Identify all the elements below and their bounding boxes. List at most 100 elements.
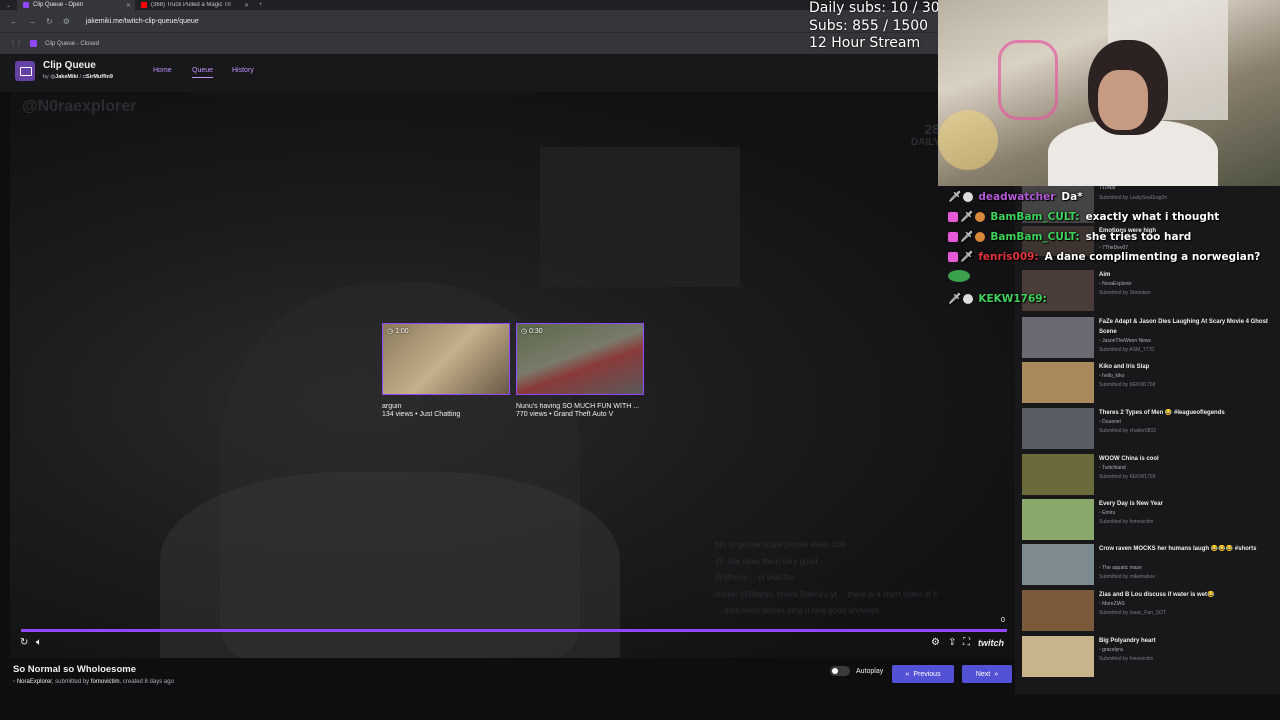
heart-badge-icon (948, 251, 958, 262)
browser-tab[interactable]: (368) Truck Pulled a Magic Trick ✕ (135, 0, 253, 10)
queue-item-thumbnail (1022, 454, 1094, 495)
video-progress-bar[interactable] (21, 629, 1007, 632)
gear-icon[interactable]: ⚙ (931, 637, 940, 648)
queue-item-channel: ▫ gracelyra (1099, 647, 1123, 653)
author-link[interactable]: SirMuffin9 (86, 74, 113, 80)
queue-item[interactable]: WOOW China is cool ▫ Twitchland Submitted … (1022, 454, 1272, 498)
queue-item-submitter: Submitted by ASM_7770 (1099, 347, 1155, 353)
nav-home[interactable]: Home (153, 67, 172, 74)
queue-item-channel: ▫ hello_kiko (1099, 373, 1125, 379)
heart-badge-icon (948, 231, 958, 242)
browser-tab-active[interactable]: Clip Queue - Open ✕ (17, 0, 136, 10)
queue-item-title: Aim (1099, 272, 1111, 278)
author-link[interactable]: JakeMiki (55, 74, 78, 80)
queue-item-thumbnail (1022, 362, 1094, 403)
app-byline: by ◍JakeMiki / ◘SirMuffin9 (43, 74, 113, 80)
queue-item-thumbnail (1022, 317, 1094, 358)
chat-message: 🗡︎ deadwatcher Da* (948, 190, 1083, 204)
channel-icon: ▫ (1099, 465, 1101, 471)
site-settings-icon[interactable]: ⚙ (63, 17, 70, 26)
end-card-title[interactable]: Nunu's having SO MUCH FUN WITH ... (516, 403, 644, 410)
clock-icon: ◷ (521, 328, 528, 335)
queue-item[interactable]: Every Day is New Year ▫ Emiru Submitted by… (1022, 499, 1272, 543)
current-clip-info: ▫ NoraExplorer, submitted by fomovictim,… (13, 679, 174, 685)
end-card[interactable]: ◷ 0:30 Nunu's having SO MUCH FUN WITH ..… (516, 323, 644, 418)
queue-item[interactable]: Theres 2 Types of Men 😂 #leagueoflegends… (1022, 408, 1272, 452)
next-button[interactable]: Next » (962, 665, 1012, 683)
autoplay-label: Autoplay (856, 668, 884, 675)
share-icon[interactable]: ⇪ (948, 637, 956, 648)
queue-item-submitter: Submitted by chatter0832 (1099, 428, 1156, 434)
sword-badge-icon: 🗡︎ (948, 191, 962, 203)
daily-subs-text: Daily subs: 10 / 30 (809, 0, 940, 16)
queue-item-title: Theres 2 Types of Men 😂 #leagueoflegends (1099, 410, 1225, 416)
video-player[interactable]: @N0raexplorer 28 DAILY bro ur gonna scar… (10, 92, 1015, 658)
end-card-title[interactable]: arguin (382, 403, 510, 410)
video-watermark: @N0raexplorer (22, 98, 137, 115)
clip-queue-logo-icon[interactable] (15, 61, 35, 81)
queue-item[interactable]: Zias and B Lou discuss if water is wet😂 ▫… (1022, 590, 1272, 634)
fullscreen-icon[interactable]: ⛶ (963, 637, 970, 648)
reload-icon[interactable]: ↻ (46, 17, 53, 26)
clock-icon: ◷ (387, 328, 394, 335)
channel-icon: ▫ (1099, 565, 1101, 571)
pepe-emote-icon (948, 270, 970, 282)
queue-item-title: Big Polyandry heart (1099, 638, 1156, 644)
heart-badge-icon (948, 211, 958, 222)
queue-item-submitter: Submitted by KEKW1769 (1099, 382, 1156, 388)
youtube-favicon-icon (141, 2, 148, 8)
queue-item-submitter: Submitted by Isaac_Fan_SOT (1099, 610, 1166, 616)
browser-tabbar: ⌄ Clip Queue - Open ✕ (368) Truck Pulled… (0, 0, 938, 10)
close-tab-icon[interactable]: ✕ (126, 2, 131, 9)
chat-message: 🗡︎ BamBam_CULT: exactly what i thought (948, 210, 1219, 223)
nav-history[interactable]: History (232, 67, 254, 74)
browser-addressbar: ← → ↻ ⚙ jakemiki.me/twitch-clip-queue/qu… (0, 10, 938, 32)
twitch-favicon-icon (23, 2, 30, 8)
chat-message: 🗡︎ fenris009: A dane complimenting a nor… (948, 250, 1260, 263)
current-clip-channel[interactable]: NoraExplorer (17, 679, 52, 685)
queue-item[interactable]: Big Polyandry heart ▫ gracelyra Submitted … (1022, 636, 1272, 680)
apps-icon[interactable]: ⋮⋮ (10, 40, 22, 47)
queue-item[interactable]: FaZe Adapt & Jason Dies Laughing At Scar… (1022, 317, 1272, 361)
queue-item[interactable]: Aim ▫ NoraExplorer Submitted by Shotoken (1022, 270, 1272, 314)
end-card-thumbnail[interactable]: ◷ 1:00 (382, 323, 510, 395)
tab-label: Clip Queue - Open (33, 2, 84, 8)
queue-item-thumbnail (1022, 590, 1094, 631)
end-card-thumbnail[interactable]: ◷ 0:30 (516, 323, 644, 395)
tab-list-icon[interactable]: ⌄ (0, 2, 17, 9)
autoplay-toggle[interactable] (830, 666, 850, 676)
bookmark-clip-queue[interactable]: Clip Queue - Closed (45, 41, 99, 47)
channel-icon: ▫ (13, 679, 16, 685)
replay-icon[interactable]: ↻ (20, 637, 28, 648)
end-card-duration: ◷ 1:00 (387, 328, 409, 335)
back-icon[interactable]: ← (10, 17, 18, 26)
url-field[interactable]: jakemiki.me/twitch-clip-queue/queue (86, 18, 199, 25)
end-card-meta: 134 views • Just Chatting (382, 411, 461, 418)
queue-item-submitter: Submitted by mikeinabox (1099, 574, 1155, 580)
queue-item-submitter: Submitted by fomovictim (1099, 519, 1154, 525)
video-faded-chat: bro ur gonna scare people away chill @. … (715, 540, 938, 632)
emote-badge-icon (975, 211, 986, 222)
channel-icon: ▫ (1099, 373, 1101, 379)
queue-item[interactable]: Crow raven MOCKS her humans laugh 😂😂😂 #s… (1022, 544, 1272, 588)
queue-item-channel: ▫ The aquatic maze (1099, 565, 1142, 571)
volume-icon[interactable]: 🔈︎ (36, 637, 42, 648)
channel-icon: ▫ (1099, 601, 1101, 607)
bookmark-favicon-icon (30, 40, 37, 47)
close-tab-icon[interactable]: ✕ (244, 2, 249, 9)
new-tab-icon[interactable]: + (253, 2, 269, 8)
forward-icon[interactable]: → (28, 17, 36, 26)
end-card-duration: ◷ 0:30 (521, 328, 543, 335)
nav-queue[interactable]: Queue (192, 67, 214, 78)
tab-label: (368) Truck Pulled a Magic Trick (151, 2, 232, 8)
queue-item[interactable]: Kiko and Iris Slap ▫ hello_kiko Submitted … (1022, 362, 1272, 406)
twitch-logo[interactable]: twitch (978, 638, 1004, 648)
chat-message: 🗡︎ BamBam_CULT: she tries too hard (948, 230, 1191, 243)
end-card[interactable]: ◷ 1:00 arguin 134 views • Just Chatting (382, 323, 510, 418)
queue-item-channel: ▫ JasonTheWeen News (1099, 338, 1151, 344)
webcam-feed (938, 0, 1280, 186)
emote-badge-icon (975, 231, 986, 242)
video-time: 0 (1001, 617, 1005, 624)
sword-badge-icon: 🗡︎ (960, 211, 974, 223)
previous-button[interactable]: « Previous (892, 665, 954, 683)
